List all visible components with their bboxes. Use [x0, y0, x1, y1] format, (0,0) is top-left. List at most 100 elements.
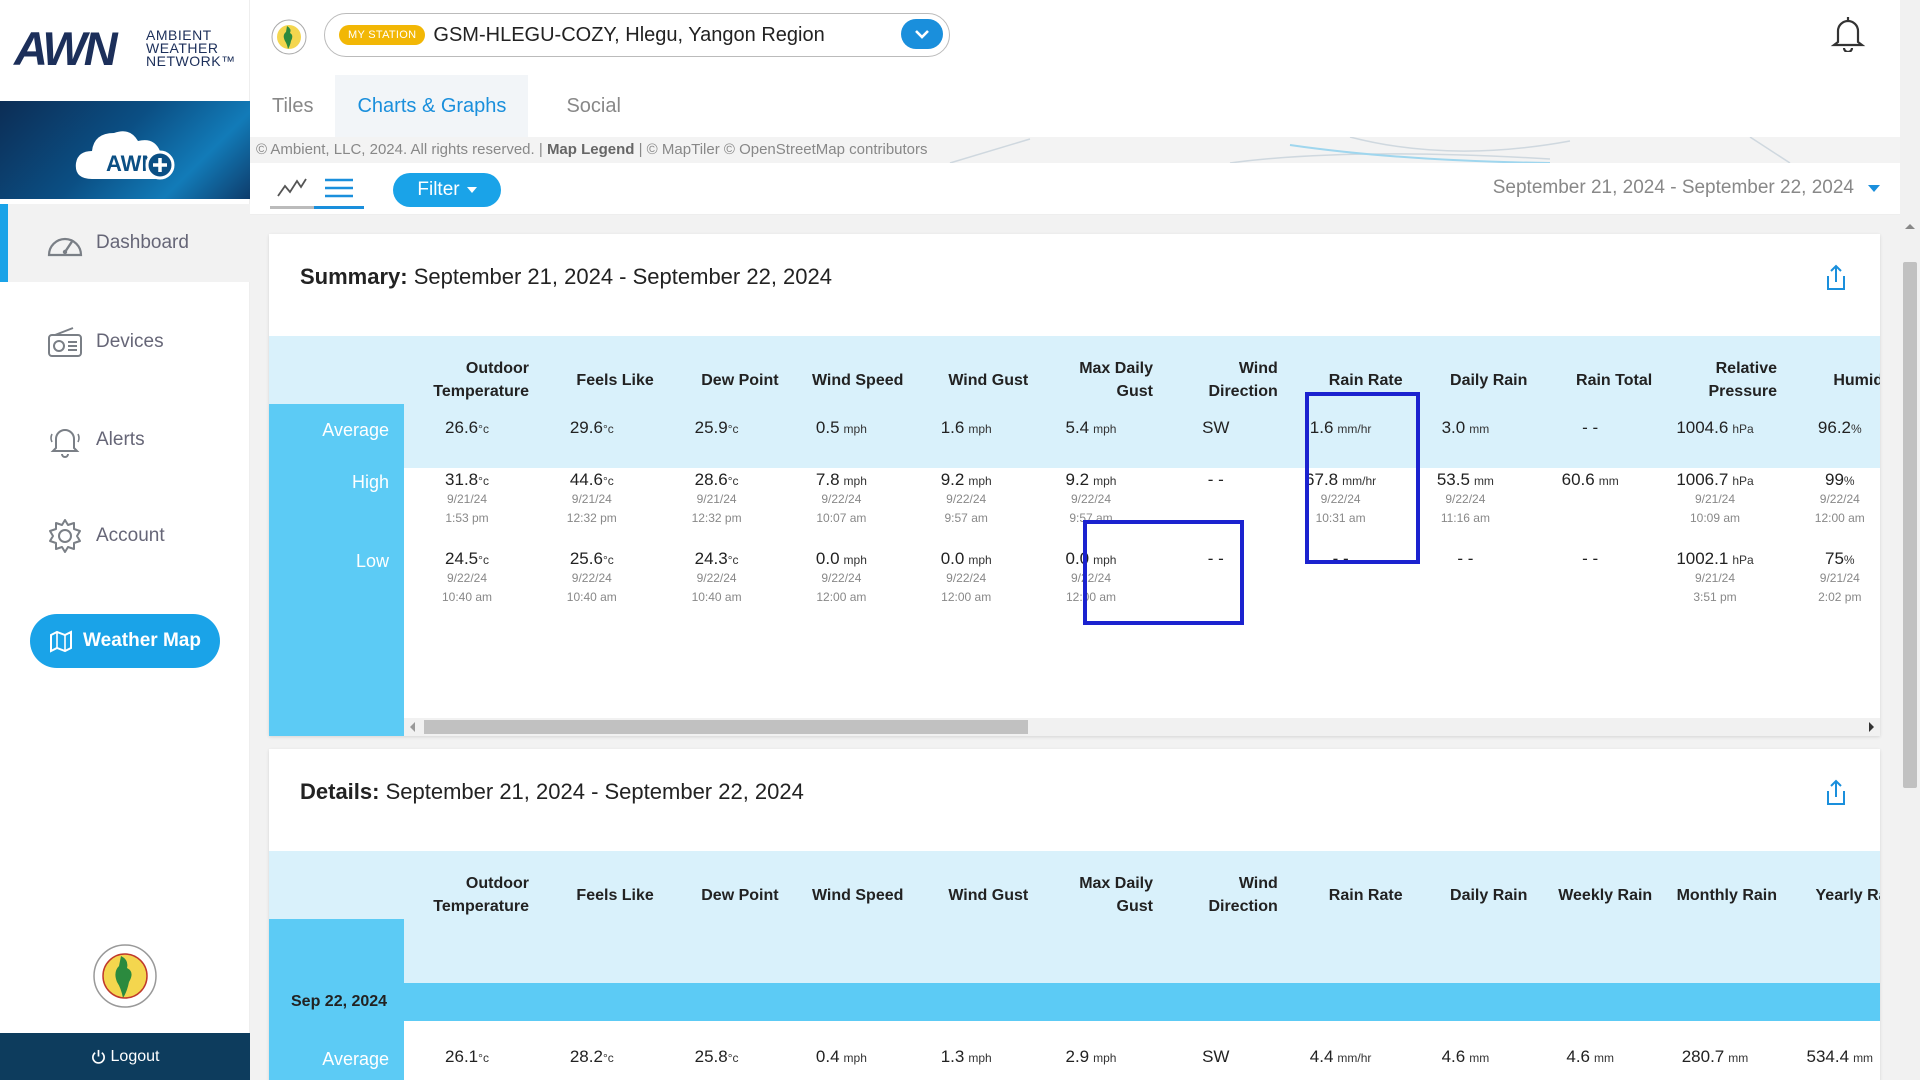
cell-date: 9/22/24 [1070, 492, 1112, 506]
row-label-low: Low [355, 551, 389, 571]
column-header-wind-gust: Wind Gust [904, 354, 1028, 406]
map-attribution: © Ambient, LLC, 2024. All rights reserve… [256, 141, 928, 158]
line-chart-view-button[interactable] [270, 169, 314, 209]
cell-value: - - [1207, 470, 1224, 489]
station-society-logo [271, 19, 307, 55]
chevron-down-icon[interactable] [901, 19, 943, 49]
awn-logo[interactable]: AWN AMBIENT WEATHER NETWORK™ [14, 22, 244, 75]
cell-value: 25.6 [569, 549, 603, 568]
gauge-icon [46, 224, 84, 262]
table-cell: 534.4 mm [1778, 1047, 1880, 1067]
view-tabs: Tiles Charts & Graphs Social [250, 75, 643, 137]
cell-unit: °c [602, 553, 614, 567]
cell-value: 1004.6 [1676, 418, 1729, 437]
cell-value: 31.8 [445, 470, 479, 489]
cell-value-line: 75% [1778, 549, 1880, 569]
sidebar-item-dashboard[interactable]: Dashboard [0, 204, 250, 282]
cell-value: 75 [1825, 549, 1844, 568]
cell-unit: °c [478, 474, 489, 488]
column-header-dew-point: Dew Point [655, 869, 779, 921]
cell-value-line: 25.9°c [655, 418, 779, 438]
cell-value-line: 96.2% [1778, 418, 1880, 438]
sidebar-item-devices[interactable]: Devices [0, 303, 250, 381]
scroll-thumb[interactable] [424, 720, 1028, 734]
cell-value-line: 1006.7 hPa [1653, 470, 1777, 490]
scroll-left-arrow-icon[interactable] [410, 722, 415, 732]
filter-button[interactable]: Filter [393, 173, 501, 207]
date-range-picker[interactable]: September 21, 2024 - September 22, 2024 [1493, 177, 1880, 199]
page-scroll-thumb[interactable] [1903, 262, 1917, 788]
sidebar-item-label: Alerts [96, 429, 145, 450]
station-selector[interactable]: MY STATION GSM-HLEGU-COZY, Hlegu, Yangon… [324, 13, 950, 57]
tab-social[interactable]: Social [528, 75, 642, 137]
awn-logo-mark: AWN [14, 22, 118, 75]
column-header-rain-total: Rain Total [1528, 354, 1652, 406]
table-cell: 4.6 mm [1528, 1047, 1652, 1067]
cell-time: 11:16 am [1440, 511, 1490, 525]
column-header-line: Max Daily [1079, 875, 1153, 892]
table-cell: SW [1154, 418, 1278, 438]
table-cell: 7.8 mph 9/22/24 10:07 am [779, 470, 903, 528]
cell-value-line: 4.6 mm [1403, 1047, 1527, 1067]
column-header-line: Weekly Rain [1558, 886, 1653, 904]
cell-unit: °c [602, 474, 614, 488]
export-icon[interactable] [1824, 264, 1848, 292]
cell-value-line: 25.6°c [530, 549, 654, 569]
scroll-up-arrow-icon[interactable] [1905, 224, 1915, 229]
cell-value-line: 4.4 mm/hr [1279, 1047, 1403, 1067]
column-header-line: Rain Rate [1328, 371, 1403, 389]
weather-map-label: Weather Map [83, 630, 201, 651]
awn-plus-banner[interactable]: AWN [0, 101, 250, 199]
cell-value: 96.2 [1817, 418, 1851, 437]
cell-time: 3:51 pm [1693, 590, 1737, 604]
table-cell: 26.1°c [405, 1047, 529, 1067]
summary-card: Summary: September 21, 2024 - September … [269, 234, 1880, 736]
cell-value-line: 26.6°c [405, 418, 529, 438]
cell-unit: % [1843, 474, 1855, 488]
cell-value: 28.2 [569, 1047, 603, 1066]
cell-value-line: 1004.6 hPa [1653, 418, 1777, 438]
cell-value-line: 9.2 mph [1029, 470, 1153, 490]
cell-unit: mph [968, 422, 992, 436]
cell-time: 12:32 pm [691, 511, 742, 525]
export-icon[interactable] [1824, 779, 1848, 807]
cell-value: 26.1 [445, 1047, 479, 1066]
cell-value-line: 0.4 mph [779, 1047, 903, 1067]
weather-map-button[interactable]: Weather Map [30, 614, 220, 668]
column-header-line: Daily Rain [1450, 886, 1528, 904]
tab-tiles[interactable]: Tiles [250, 75, 335, 137]
tab-charts-graphs[interactable]: Charts & Graphs [335, 75, 529, 137]
cell-value-line: 25.8°c [655, 1047, 779, 1067]
cell-value: 24.3 [694, 549, 728, 568]
column-header-line: Rain Rate [1328, 886, 1403, 904]
awn-logo-words: AMBIENT WEATHER NETWORK™ [146, 28, 236, 68]
table-cell: 60.6 mm [1528, 470, 1652, 490]
cell-date: 9/22/24 [446, 571, 488, 585]
column-header-line: Gust [1116, 898, 1153, 915]
cell-value: 1.3 [940, 1047, 965, 1066]
summary-horizontal-scrollbar[interactable] [404, 718, 1880, 736]
sidebar-item-account[interactable]: Account [0, 497, 250, 575]
cell-value: 1.6 [940, 418, 965, 437]
logout-button[interactable]: Logout [0, 1033, 250, 1080]
notifications-bell-icon[interactable] [1830, 14, 1866, 52]
column-header-max-daily-gust: Max Daily Gust [1029, 354, 1153, 406]
page-scrollbar[interactable] [1900, 0, 1920, 1080]
cell-value-line: SW [1154, 418, 1278, 438]
table-cell: SW [1154, 1047, 1278, 1067]
cell-unit: hPa [1732, 422, 1754, 436]
cell-value-line: 24.5°c [405, 549, 529, 569]
column-header-line: Dew Point [701, 886, 779, 904]
cell-value-line: - - [1528, 549, 1652, 569]
scroll-right-arrow-icon[interactable] [1869, 722, 1874, 732]
sidebar-item-alerts[interactable]: Alerts [0, 401, 250, 479]
cell-unit: °c [727, 553, 739, 567]
column-header-line: Wind Gust [948, 886, 1029, 904]
summary-title-range: September 21, 2024 - September 22, 2024 [407, 264, 832, 289]
cell-unit: mm [1594, 1051, 1614, 1065]
map-legend-link[interactable]: Map Legend [547, 141, 635, 158]
table-view-button[interactable] [314, 169, 364, 209]
cell-time: 10:40 am [441, 590, 493, 604]
column-header-weekly-rain: Weekly Rain [1528, 869, 1652, 921]
table-cell: - - [1528, 418, 1652, 438]
